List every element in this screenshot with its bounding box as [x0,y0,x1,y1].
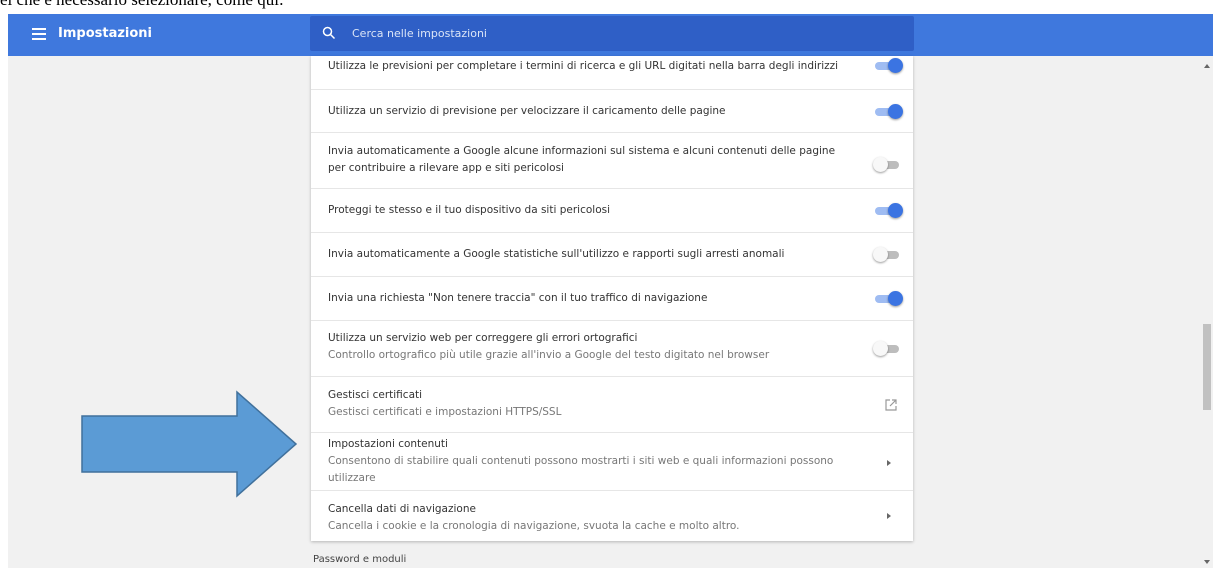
setting-title: Proteggi te stesso e il tuo dispositivo … [328,204,611,216]
setting-row-search-predictions[interactable]: Utilizza le previsioni per completare i … [311,56,913,90]
document-caption: ei che è necessario selezionare, come qu… [0,0,1213,9]
privacy-settings-card: Utilizza le previsioni per completare i … [311,56,913,541]
setting-row-prefetch[interactable]: Utilizza un servizio di previsione per v… [311,90,913,133]
setting-row-spell-check[interactable]: Utilizza un servizio web per correggere … [311,321,913,377]
scroll-down-arrow-icon[interactable] [1204,560,1210,564]
usage-statistics-toggle[interactable] [873,247,901,262]
setting-row-safe-browsing[interactable]: Proteggi te stesso e il tuo dispositivo … [311,189,913,233]
external-link-icon[interactable] [884,398,898,412]
search-input[interactable] [350,23,890,43]
setting-title: Utilizza un servizio web per correggere … [328,332,638,344]
setting-subtitle: Controllo ortografico più utile grazie a… [328,349,770,361]
vertical-scrollbar[interactable] [1201,56,1213,568]
spell-check-toggle[interactable] [873,341,901,356]
setting-subtitle: Gestisci certificati e impostazioni HTTP… [328,406,562,418]
setting-title: Invia automaticamente a Google statistic… [328,248,785,260]
setting-row-content-settings[interactable]: Impostazioni contenuti Consentono di sta… [311,433,913,491]
scrollbar-thumb[interactable] [1203,324,1211,410]
setting-row-manage-certificates[interactable]: Gestisci certificati Gestisci certificat… [311,377,913,433]
search-icon [322,26,336,40]
setting-title: Cancella dati di navigazione [328,503,476,515]
settings-header: Impostazioni [8,14,1213,56]
setting-title: Utilizza un servizio di previsione per v… [328,105,726,117]
hamburger-menu-icon[interactable] [32,28,46,40]
pointer-arrow-annotation [81,390,298,498]
section-heading-passwords: Password e moduli [313,554,407,565]
setting-row-clear-browsing-data[interactable]: Cancella dati di navigazione Cancella i … [311,491,913,541]
setting-row-do-not-track[interactable]: Invia una richiesta "Non tenere traccia"… [311,277,913,321]
setting-title: Utilizza le previsioni per completare i … [328,60,839,72]
setting-title: Invia una richiesta "Non tenere traccia"… [328,292,708,304]
safe-browsing-reports-toggle[interactable] [873,157,901,172]
chevron-right-icon[interactable] [887,460,891,466]
search-box[interactable] [310,16,914,51]
prefetch-toggle[interactable] [875,104,903,119]
scroll-up-arrow-icon[interactable] [1204,64,1210,68]
setting-title: Invia automaticamente a Google alcune in… [328,145,836,174]
setting-title: Impostazioni contenuti [328,438,448,450]
setting-subtitle: Cancella i cookie e la cronologia di nav… [328,520,740,532]
page-title: Impostazioni [58,26,153,41]
setting-row-usage-statistics[interactable]: Invia automaticamente a Google statistic… [311,233,913,277]
safe-browsing-toggle[interactable] [875,203,903,218]
setting-subtitle: Consentono di stabilire quali contenuti … [328,455,834,484]
search-predictions-toggle[interactable] [875,58,903,73]
setting-row-safe-browsing-reports[interactable]: Invia automaticamente a Google alcune in… [311,133,913,189]
do-not-track-toggle[interactable] [875,291,903,306]
chevron-right-icon[interactable] [887,513,891,519]
setting-title: Gestisci certificati [328,389,423,401]
